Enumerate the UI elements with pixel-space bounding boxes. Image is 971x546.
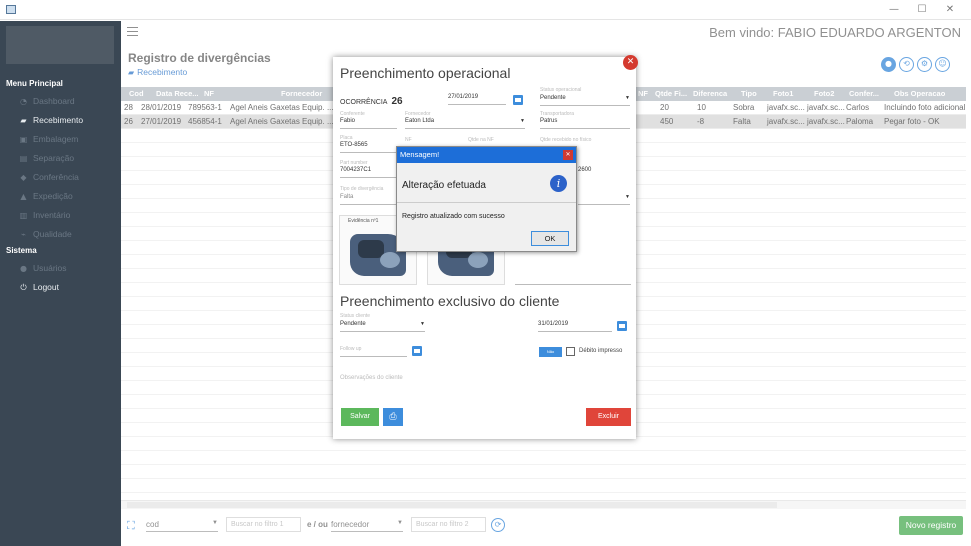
sidebar-item-label: Conferência (33, 172, 79, 182)
close-panel-button[interactable]: ✕ (623, 55, 638, 70)
qtde-nf-label: Qtde na NF (468, 137, 494, 143)
status-cliente-select[interactable]: Pendente ▼ (340, 321, 425, 332)
dashboard-icon: ◔ (20, 97, 27, 106)
window-titlebar: — ☐ ✕ (0, 0, 971, 20)
sidebar-item-expedicao[interactable]: ▲ Expedição (0, 187, 121, 205)
conferente-field[interactable]: Fabio (340, 118, 397, 129)
debito-label: Débito impresso (579, 348, 623, 354)
status-label: Status operacional (540, 87, 582, 93)
nf-label: NF (405, 137, 412, 143)
calendar-icon[interactable] (412, 346, 422, 356)
followup-field[interactable]: Follow up (340, 346, 407, 357)
partnumber-label: Part number (340, 160, 368, 166)
client-title: Preenchimento exclusivo do cliente (340, 293, 560, 309)
evidence-label: Evidência nº1 (348, 218, 379, 224)
sidebar-item-separacao[interactable]: ▤ Separação (0, 149, 121, 167)
chevron-down-icon: ▼ (625, 194, 630, 200)
box-icon: ▣ (19, 135, 28, 144)
delete-button[interactable]: Excluir (586, 408, 631, 426)
chevron-down-icon: ▼ (520, 118, 525, 124)
sidebar-item-label: Qualidade (33, 229, 72, 239)
status-cliente-value: Pendente (340, 321, 366, 327)
close-window-button[interactable]: ✕ (936, 2, 964, 18)
info-icon: i (550, 175, 567, 192)
sidebar-item-embalagem[interactable]: ▣ Embalagem (0, 130, 121, 148)
sidebar-item-usuarios[interactable]: ● Usuários (0, 259, 121, 277)
sidebar-item-logout[interactable]: ⏻ Logout (0, 278, 121, 296)
partnumber-field[interactable]: 7004237C1 (340, 167, 397, 178)
sidebar-item-label: Usuários (33, 263, 67, 273)
calendar-icon[interactable] (513, 95, 523, 105)
tipo-select[interactable]: Falta (340, 194, 397, 205)
company-logo (6, 26, 114, 64)
dialog-close-button[interactable]: ✕ (563, 150, 573, 160)
status-select[interactable]: Pendente ▼ (540, 95, 630, 106)
forklift-icon: ▲ (20, 192, 27, 201)
pallet-icon: ▤ (19, 154, 28, 163)
sidebar-item-label: Separação (33, 153, 75, 163)
chevron-down-icon: ▼ (420, 321, 425, 327)
maximize-button[interactable]: ☐ (908, 2, 936, 18)
user-icon: ● (20, 264, 27, 273)
dialog-title: Mensagem! (397, 147, 576, 163)
fornecedor-value: Eaton Ltda (405, 118, 435, 124)
transportadora-label: Transportadora (540, 111, 574, 117)
bar-chart-icon: ▥ (19, 211, 28, 220)
check-icon: ◆ (20, 173, 27, 182)
sidebar-item-label: Recebimento (33, 115, 84, 125)
line-chart-icon: ⌁ (21, 230, 26, 239)
sidebar-item-inventario[interactable]: ▥ Inventário (0, 206, 121, 224)
print-button[interactable]: ⎙ (383, 408, 403, 426)
extra-value-field[interactable]: 2600 (578, 167, 618, 178)
conferente-label: Conferente (340, 111, 365, 117)
secondary-select[interactable]: ▼ (578, 194, 630, 205)
date2-field[interactable]: 31/01/2019 (538, 321, 612, 332)
calendar-icon[interactable] (617, 321, 627, 331)
evidence-notes-field[interactable] (515, 274, 631, 285)
status-value: Pendente (540, 95, 566, 101)
sidebar-item-qualidade[interactable]: ⌁ Qualidade (0, 225, 121, 243)
obs-cliente-field[interactable]: Observações do cliente (340, 375, 403, 381)
sidebar-item-dashboard[interactable]: ◔ Dashboard (0, 92, 121, 110)
message-dialog: Mensagem! ✕ Alteração efetuada i Registr… (396, 146, 577, 252)
ok-button[interactable]: OK (531, 231, 569, 246)
occurrence-number: 26 (391, 96, 403, 107)
sidebar-item-label: Embalagem (33, 134, 79, 144)
save-button[interactable]: Salvar (341, 408, 379, 426)
dialog-separator (397, 202, 576, 203)
sidebar-item-label: Dashboard (33, 96, 75, 106)
transportadora-field[interactable]: Patrus (540, 118, 630, 129)
occurrence-label: OCORRÊNCIA (340, 99, 388, 106)
tipo-label: Tipo de divergência (340, 186, 384, 192)
sidebar-item-conferencia[interactable]: ◆ Conferência (0, 168, 121, 186)
print-icon: ⎙ (389, 412, 397, 422)
occurrence: OCORRÊNCIA 26 (340, 96, 403, 107)
power-icon: ⏻ (20, 283, 27, 292)
sidebar-item-label: Expedição (33, 191, 73, 201)
app-icon (6, 5, 16, 14)
minimize-button[interactable]: — (880, 2, 908, 18)
fornecedor-select[interactable]: Eaton Ltda ▼ (405, 118, 525, 129)
status-cliente-label: Status cliente (340, 313, 371, 319)
sidebar-item-label: Inventário (33, 210, 71, 220)
sidebar-item-label: Logout (33, 282, 59, 292)
fornecedor-label: Fornecedor (405, 111, 431, 117)
truck-icon: ▰ (20, 116, 27, 125)
date-field[interactable]: 27/01/2019 (448, 94, 506, 105)
sidebar-section-main: Menu Principal (6, 79, 63, 88)
operational-title: Preenchimento operacional (340, 65, 511, 81)
sidebar: Menu Principal ◔ Dashboard ▰ Recebimento ▣… (0, 21, 121, 546)
placa-field[interactable]: ETO-8565 (340, 142, 397, 153)
qtde-fisico-label: Qtde recebido no físico (540, 137, 592, 143)
dialog-header: Alteração efetuada (402, 180, 486, 191)
sidebar-item-recebimento[interactable]: ▰ Recebimento (0, 111, 121, 129)
debito-checkbox[interactable] (566, 347, 575, 356)
chevron-down-icon: ▼ (625, 95, 630, 101)
sidebar-section-system: Sistema (6, 246, 37, 255)
toggle-button[interactable]: Não (539, 347, 562, 357)
dialog-message: Registro atualizado com sucesso (402, 213, 505, 220)
placa-label: Placa (340, 135, 353, 141)
